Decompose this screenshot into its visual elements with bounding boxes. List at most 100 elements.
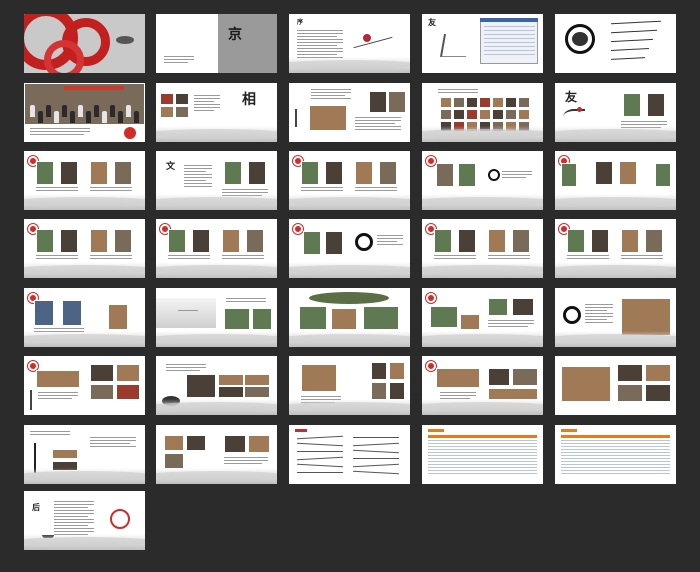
brochure-page-profile[interactable]: 友 <box>555 83 676 142</box>
table-row <box>428 452 537 453</box>
text-line <box>311 98 351 99</box>
photo <box>389 382 405 400</box>
enso-circle <box>563 306 581 324</box>
ink-mountain <box>289 265 410 274</box>
text-line <box>297 48 343 49</box>
photo <box>192 229 210 253</box>
brochure-page-banquet[interactable] <box>555 356 676 415</box>
brochure-page-portrait-wall[interactable] <box>422 83 543 142</box>
plum-branch <box>563 109 585 125</box>
photo <box>440 109 452 120</box>
text-line <box>168 258 210 259</box>
text-line <box>194 98 220 99</box>
brochure-page-contact-list[interactable] <box>422 425 543 484</box>
brochure-page-portraits[interactable] <box>289 219 410 278</box>
person <box>46 105 51 117</box>
photo <box>244 386 270 398</box>
text-line <box>166 370 200 371</box>
text-line <box>434 255 476 256</box>
brochure-page-travel[interactable] <box>156 288 277 347</box>
text-line <box>54 501 94 502</box>
brochure-page-portraits[interactable] <box>24 219 145 278</box>
ink-mountain <box>555 129 676 138</box>
brochure-page-title-page[interactable]: 京 <box>156 14 277 73</box>
photo <box>90 364 114 382</box>
text-line <box>222 189 268 190</box>
photo <box>90 161 108 185</box>
ink-mountain <box>422 197 543 206</box>
photo <box>505 109 517 120</box>
photo <box>647 93 665 117</box>
brochure-page-cover[interactable] <box>24 14 145 73</box>
brochure-page-chapter[interactable]: 相 <box>156 83 277 142</box>
text-line <box>222 192 268 193</box>
text-line <box>38 395 78 396</box>
brochure-page-portraits[interactable] <box>24 151 145 210</box>
photo <box>512 298 534 316</box>
brochure-page-portraits[interactable] <box>156 219 277 278</box>
brochure-page-preface[interactable]: 序 <box>289 14 410 73</box>
text-line <box>377 235 403 236</box>
brochure-page-portraits[interactable] <box>289 151 410 210</box>
text-line <box>90 258 132 259</box>
brochure-page-web-page[interactable]: 友 <box>422 14 543 73</box>
text-line <box>54 525 88 526</box>
handwritten-line <box>353 470 399 475</box>
brochure-page-portraits[interactable] <box>555 151 676 210</box>
text-line <box>355 190 397 191</box>
text-line <box>440 392 476 393</box>
photo <box>645 229 663 253</box>
brochure-page-messages[interactable] <box>289 425 410 484</box>
brochure-page-contact-list[interactable] <box>555 425 676 484</box>
brochure-page-portraits[interactable] <box>422 219 543 278</box>
person <box>110 105 115 117</box>
text-line <box>224 463 262 464</box>
brochure-page-banquet[interactable] <box>289 356 410 415</box>
enso-small <box>488 169 500 181</box>
brochure-page-gathering[interactable] <box>156 425 277 484</box>
person <box>54 111 59 123</box>
red-swirl-3 <box>44 40 84 73</box>
brochure-page-afterword[interactable]: 后 <box>24 491 145 550</box>
brochure-page-memories[interactable] <box>289 83 410 142</box>
photo <box>325 231 343 255</box>
brochure-page-gathering[interactable] <box>24 356 145 415</box>
ink-mark <box>116 36 134 44</box>
text-line <box>311 95 345 96</box>
brochure-page-banquet[interactable] <box>156 356 277 415</box>
person <box>134 111 139 123</box>
brochure-page-banquet[interactable] <box>422 356 543 415</box>
text-line <box>301 396 341 397</box>
text-line <box>355 129 401 130</box>
calligraphy: 文 <box>166 162 176 172</box>
brochure-page-portraits[interactable] <box>24 288 145 347</box>
text-line <box>30 431 70 432</box>
brochure-page-portraits[interactable] <box>422 151 543 210</box>
brochure-page-dinner[interactable] <box>555 288 676 347</box>
brochure-page-friends[interactable]: 文 <box>156 151 277 210</box>
photo <box>114 161 132 185</box>
photo <box>512 368 538 386</box>
photo <box>460 314 480 330</box>
photo <box>90 229 108 253</box>
photo <box>492 109 504 120</box>
text-line <box>434 258 476 259</box>
ink-mountain <box>24 537 145 546</box>
brochure-page-outing[interactable] <box>289 288 410 347</box>
text-line <box>297 30 343 31</box>
brochure-page-portraits[interactable] <box>555 219 676 278</box>
photo <box>160 106 174 118</box>
ink-mountain <box>555 334 676 343</box>
handwritten-line <box>353 449 399 454</box>
bamboo <box>30 390 42 410</box>
table-row <box>428 473 537 474</box>
brochure-page-group-photo[interactable] <box>24 83 145 142</box>
photo <box>595 161 613 185</box>
brochure-page-calligraphy[interactable] <box>555 14 676 73</box>
brochure-page-outing[interactable] <box>422 288 543 347</box>
brochure-page-gathering[interactable] <box>24 425 145 484</box>
photo <box>252 308 272 330</box>
table-row <box>428 446 537 447</box>
ink-mountain <box>555 197 676 206</box>
ink-mountain <box>422 265 543 274</box>
